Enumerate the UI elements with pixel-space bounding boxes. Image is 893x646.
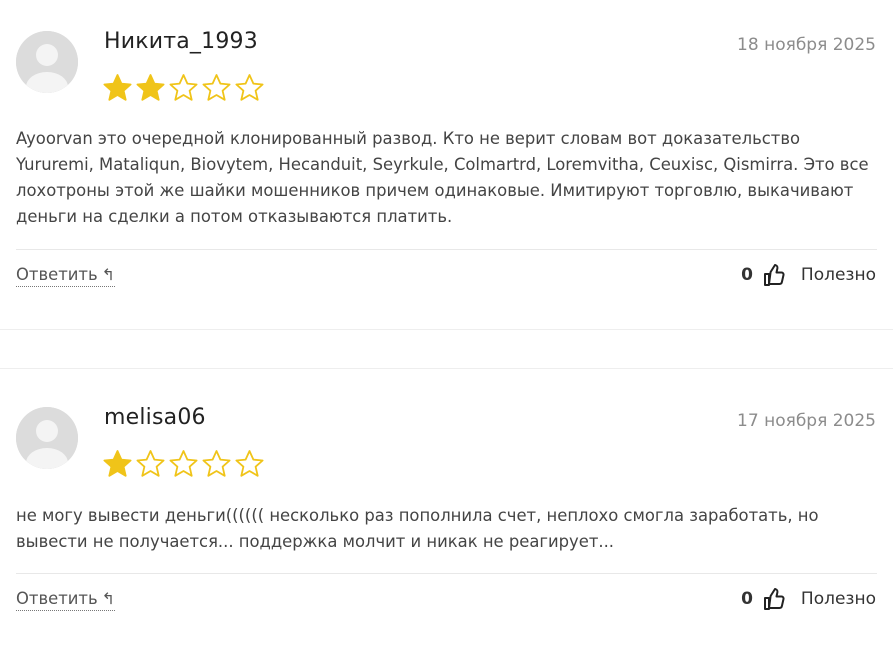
- star-outline-icon: [235, 74, 264, 101]
- review-date: 18 ноября 2025: [737, 35, 876, 55]
- thumbs-up-icon[interactable]: [763, 587, 785, 611]
- star-outline-icon: [202, 74, 231, 101]
- star-outline-icon: [169, 74, 198, 101]
- reply-label: Ответить: [16, 265, 98, 284]
- star-filled-icon: [103, 74, 132, 101]
- review-card: melisa06 17 ноября 2025 не могу вывести …: [0, 368, 893, 646]
- divider: [16, 249, 877, 250]
- helpful-button[interactable]: Полезно: [801, 589, 876, 609]
- star-outline-icon: [202, 450, 231, 477]
- star-filled-icon: [103, 450, 132, 477]
- helpful-section: 0 Полезно: [741, 263, 876, 287]
- reply-button[interactable]: Ответить ↰: [16, 265, 116, 287]
- star-outline-icon: [136, 450, 165, 477]
- user-avatar-icon: [16, 31, 78, 93]
- rating-stars: [102, 73, 265, 103]
- star-outline-icon: [235, 450, 264, 477]
- reply-button[interactable]: Ответить ↰: [16, 589, 116, 611]
- reply-arrow-icon: ↰: [101, 589, 116, 608]
- review-text: Ayoorvan это очередной клонированный раз…: [16, 129, 869, 226]
- reply-arrow-icon: ↰: [101, 265, 116, 284]
- likes-count: 0: [741, 589, 753, 609]
- review-date: 17 ноября 2025: [737, 411, 876, 431]
- user-avatar-icon: [16, 407, 78, 469]
- divider: [16, 573, 877, 574]
- thumbs-up-icon[interactable]: [763, 263, 785, 287]
- helpful-button[interactable]: Полезно: [801, 265, 876, 285]
- star-outline-icon: [169, 450, 198, 477]
- review-author: melisa06: [104, 405, 206, 430]
- star-filled-icon: [136, 74, 165, 101]
- review-text: не могу вывести деньги(((((( несколько р…: [16, 506, 819, 551]
- review-card: Никита_1993 18 ноября 2025 Ayoorvan это …: [0, 0, 893, 330]
- reply-label: Ответить: [16, 589, 98, 608]
- likes-count: 0: [741, 265, 753, 285]
- review-author: Никита_1993: [104, 29, 258, 54]
- rating-stars: [102, 449, 265, 479]
- helpful-section: 0 Полезно: [741, 587, 876, 611]
